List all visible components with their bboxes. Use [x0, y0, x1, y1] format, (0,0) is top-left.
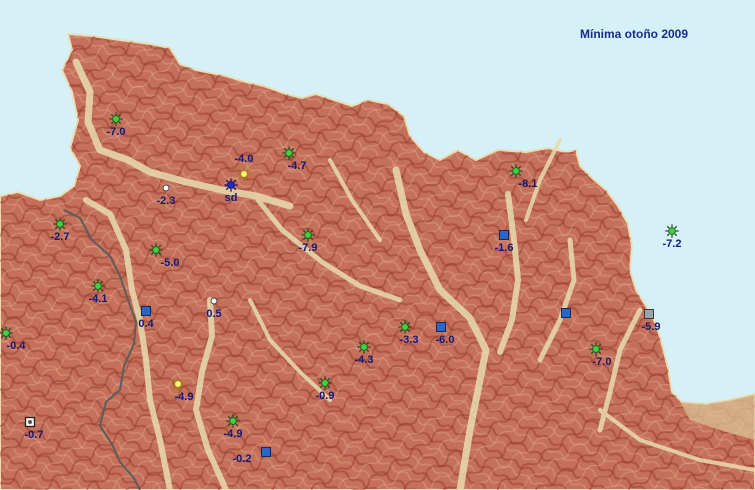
yellow-sun-icon	[237, 167, 251, 181]
station-temperature-label: 0.4	[138, 318, 154, 330]
blue-square-icon	[559, 306, 573, 320]
station-temperature-label: -0.9	[315, 390, 335, 402]
map-title: Mínima otoño 2009	[580, 27, 689, 41]
green-sun-icon	[226, 414, 240, 428]
green-sun-icon	[282, 146, 296, 160]
yellow-sun-icon	[171, 377, 185, 391]
station-temperature-label: -8.1	[518, 178, 538, 190]
station-temperature-label: -4.7	[287, 160, 307, 172]
station-temperature-label: -2.7	[50, 231, 70, 243]
station-temperature-label: -5.9	[641, 321, 661, 333]
green-sun-icon	[398, 320, 412, 334]
white-dot-icon	[159, 181, 173, 195]
station-temperature-label: -4.9	[223, 428, 243, 440]
white-dot-icon	[207, 294, 221, 308]
station-temperature-label: -7.0	[106, 126, 126, 138]
green-sun-icon	[589, 342, 603, 356]
green-sun-icon	[149, 243, 163, 257]
temperature-map[interactable]: Mínima otoño 2009 -7.0 -4.0 -4.7 -2.3 sd -8.1…	[0, 0, 755, 490]
station-temperature-label: -5.0	[160, 257, 180, 269]
station-temperature-label: -0.2	[232, 453, 252, 465]
station-temperature-label: -0.4	[6, 340, 26, 352]
green-sun-icon	[53, 217, 67, 231]
station-temperature-label: -7.9	[298, 242, 318, 254]
station-temperature-label: 0.5	[206, 308, 222, 320]
station-temperature-label: -4.9	[174, 391, 194, 403]
green-sun-icon	[509, 164, 523, 178]
green-sun-icon	[0, 326, 13, 340]
station-temperature-label: -6.0	[435, 334, 455, 346]
green-sun-icon	[109, 112, 123, 126]
station-temperature-label: -4.0	[234, 153, 254, 165]
station-temperature-label: -4.1	[88, 293, 108, 305]
blue-square-icon	[139, 304, 153, 318]
white-square-icon	[23, 415, 37, 429]
green-sun-icon	[357, 340, 371, 354]
blue-square-icon	[497, 228, 511, 242]
station-temperature-label: -1.6	[494, 242, 514, 254]
blue-sun-icon	[224, 178, 238, 192]
green-sun-icon	[665, 224, 679, 238]
green-sun-icon	[91, 279, 105, 293]
station-temperature-label: -0.7	[24, 429, 44, 441]
station-temperature-label: sd	[224, 192, 238, 204]
station-temperature-label: -4.3	[354, 354, 374, 366]
station-temperature-label: -2.3	[156, 195, 176, 207]
station-temperature-label: -7.0	[592, 356, 612, 368]
station-temperature-label: -7.2	[662, 238, 682, 250]
terrain-relief-map	[0, 0, 755, 490]
green-sun-icon	[318, 376, 332, 390]
green-sun-icon	[301, 228, 315, 242]
gray-square-icon	[642, 307, 656, 321]
blue-square-icon	[434, 320, 448, 334]
